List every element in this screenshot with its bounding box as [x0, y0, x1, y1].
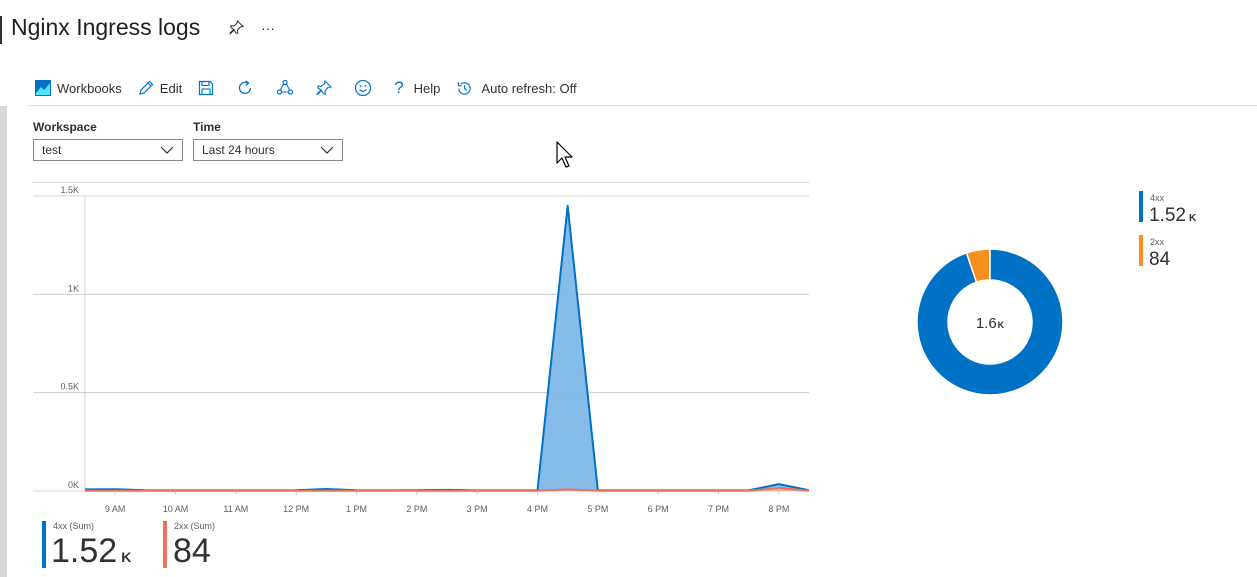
donut-legend-4xx-value-row: 1.52 K [1149, 206, 1196, 229]
donut-legend-2xx-name: 2xx [1150, 237, 1165, 247]
donut-center-value: 1.6K [976, 315, 1005, 332]
x-tick-label: 10 AM [163, 504, 189, 514]
refresh-icon [236, 79, 254, 97]
workspace-value: test [42, 143, 62, 157]
workspace-label: Workspace [33, 120, 97, 134]
more-glyph: ··· [261, 20, 275, 36]
share-button[interactable] [276, 79, 294, 97]
y-tick-label: 1K [68, 283, 79, 293]
time-dropdown[interactable]: Last 24 hours [193, 139, 343, 161]
donut-legend-2xx-value: 84 [1149, 249, 1171, 270]
x-tick-label: 3 PM [467, 504, 488, 514]
donut-legend-2xx-value-row: 84 [1149, 250, 1170, 270]
donut-chart: 1.6K [916, 248, 1064, 396]
legend-4xx-unit: K [121, 549, 132, 565]
smiley-icon [354, 79, 372, 97]
pin-icon[interactable] [229, 19, 245, 38]
x-tick-label: 11 AM [223, 504, 248, 514]
page-header: Nginx Ingress logs [11, 14, 200, 41]
legend-4xx-value: 1.52 [51, 532, 118, 570]
y-tick-label: 0K [68, 480, 79, 490]
workbooks-label: Workbooks [57, 80, 122, 96]
time-value: Last 24 hours [202, 143, 275, 157]
more-icon[interactable]: ··· [261, 20, 275, 36]
edit-icon [138, 80, 154, 96]
share-icon [276, 79, 294, 97]
legend-2xx-value: 84 [173, 532, 211, 570]
y-tick-label: 0.5K [60, 382, 79, 392]
series-area-0 [85, 205, 809, 492]
workbooks-button[interactable]: Workbooks [35, 80, 122, 96]
x-tick-label: 2 PM [406, 504, 427, 514]
donut-legend-4xx-name: 4xx [1150, 193, 1165, 203]
donut-legend-4xx-value: 1.52 [1149, 205, 1186, 226]
chevron-down-icon [160, 143, 174, 157]
help-icon: ? [394, 78, 404, 97]
toolbar: Workbooks Edit ? Help Auto refresh: Off [28, 76, 593, 100]
series-line-0 [84, 204, 810, 492]
x-tick-label: 9 AM [105, 504, 126, 514]
x-tick-label: 4 PM [527, 504, 548, 514]
x-tick-label: 1 PM [346, 504, 367, 514]
x-tick-label: 6 PM [648, 504, 669, 514]
clock-icon [456, 80, 473, 97]
donut-legend-4xx-color [1139, 191, 1143, 222]
help-label: Help [413, 80, 441, 96]
pin-to-dashboard-button[interactable] [316, 80, 333, 96]
save-icon [198, 80, 214, 96]
feedback-button[interactable] [354, 79, 372, 97]
legend-2xx-color [163, 521, 167, 568]
edit-label: Edit [159, 80, 183, 96]
page-title: Nginx Ingress logs [11, 14, 201, 40]
x-tick-label: 12 PM [283, 504, 309, 514]
x-tick-label: 5 PM [587, 504, 608, 514]
mouse-cursor-icon [556, 141, 574, 174]
legend-2xx-name: 2xx (Sum) [174, 521, 216, 531]
time-label: Time [193, 120, 221, 134]
toolbar-divider [28, 105, 1257, 106]
legend-4xx-color [42, 521, 46, 568]
y-tick-label: 1.5K [60, 185, 79, 195]
refresh-button[interactable] [236, 79, 254, 97]
save-button[interactable] [198, 80, 214, 96]
workbooks-icon [35, 80, 51, 96]
title-accent-bar [0, 16, 2, 44]
x-tick-label: 7 PM [708, 504, 729, 514]
auto-refresh-button[interactable]: Auto refresh: Off [456, 80, 577, 97]
chevron-down-icon [320, 143, 334, 157]
x-tick-label: 8 PM [768, 504, 789, 514]
legend-4xx-name: 4xx (Sum) [53, 521, 95, 531]
donut-legend-2xx-color [1139, 235, 1143, 266]
workspace-dropdown[interactable]: test [33, 139, 183, 161]
edit-button[interactable]: Edit [138, 80, 182, 96]
auto-refresh-label: Auto refresh: Off [481, 80, 577, 96]
pin-icon [316, 80, 333, 96]
legend-2xx-value-row: 84 [173, 534, 211, 568]
donut-legend-4xx-unit: K [1188, 213, 1197, 224]
area-chart: 1.5K 1K 0.5K 0K 9 AM 10 AM 11 AM 12 PM 1 PM 2 PM 3… [33, 185, 810, 514]
legend-4xx-value-row: 1.52 K [51, 534, 131, 574]
help-button[interactable]: ? Help [394, 78, 440, 98]
